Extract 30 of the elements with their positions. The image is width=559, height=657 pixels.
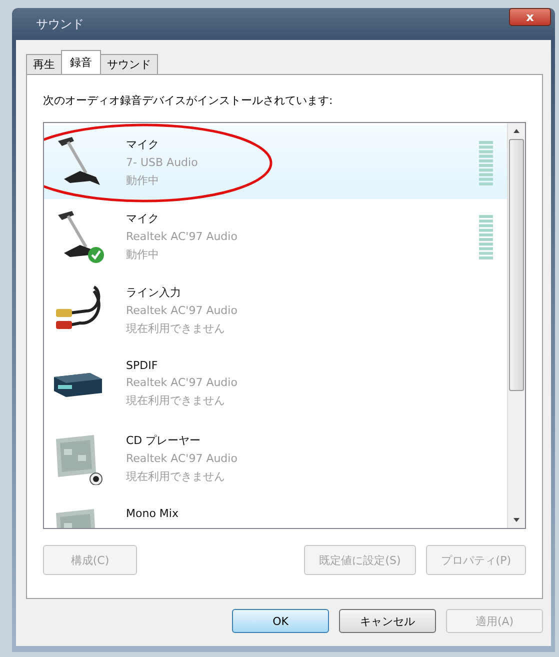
device-driver: 7- USB Audio <box>126 156 199 169</box>
dialog-button[interactable]: キャンセル <box>339 609 436 633</box>
device-status: 現在利用できません <box>126 321 226 336</box>
tab[interactable]: サウンド <box>100 54 158 74</box>
device-name: CD プレーヤー <box>126 433 202 448</box>
device-status: 現在利用できません <box>126 393 226 408</box>
tab[interactable]: 再生 <box>26 54 62 74</box>
window-title: サウンド <box>36 16 84 32</box>
device-driver: Realtek AC'97 Audio <box>126 230 238 243</box>
scrollbar[interactable] <box>507 123 525 528</box>
device-driver: Realtek AC'97 Audio <box>126 376 238 389</box>
device-row[interactable]: ライン入力 Realtek AC'97 Audio 現在利用できません <box>44 273 507 347</box>
device-driver: Realtek AC'97 Audio <box>126 304 238 317</box>
device-driver: Realtek AC'97 Audio <box>126 452 238 465</box>
device-status: 動作中 <box>126 173 160 188</box>
device-row[interactable]: SPDIF Realtek AC'97 Audio 現在利用できません <box>44 347 507 421</box>
device-row[interactable]: マイク Realtek AC'97 Audio 動作中 <box>44 199 507 273</box>
device-name: マイク <box>126 137 160 152</box>
device-name: ライン入力 <box>126 285 182 300</box>
close-button[interactable]: x <box>509 8 551 26</box>
instruction-text: 次のオーディオ録音デバイスがインストールされています: <box>43 93 334 108</box>
device-name: SPDIF <box>126 359 159 372</box>
device-row[interactable]: CD プレーヤー Realtek AC'97 Audio 現在利用できません <box>44 421 507 495</box>
device-status: 現在利用できません <box>126 469 226 484</box>
scrollbar-thumb[interactable] <box>509 139 524 391</box>
device-name: マイク <box>126 211 160 226</box>
dialog-button[interactable]: OK <box>232 609 329 633</box>
device-name: Mono Mix <box>126 507 180 520</box>
tab[interactable]: 録音 <box>61 50 101 74</box>
device-status: 動作中 <box>126 247 160 262</box>
